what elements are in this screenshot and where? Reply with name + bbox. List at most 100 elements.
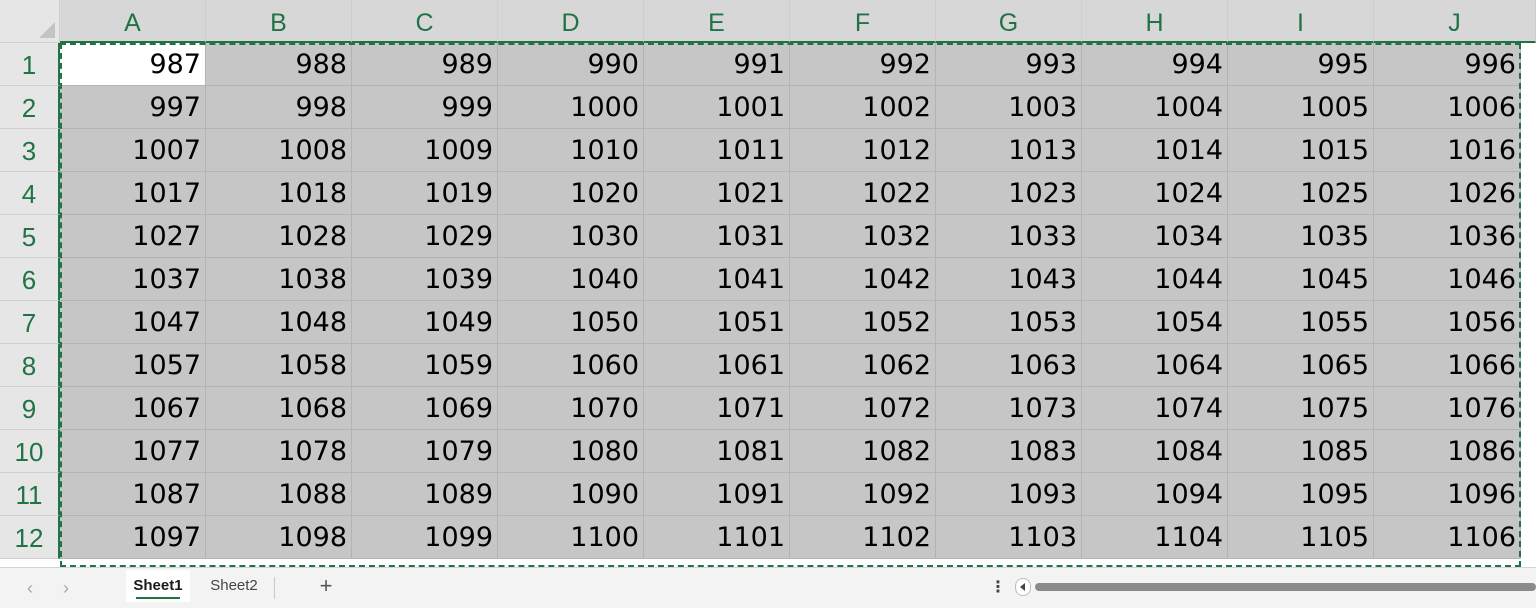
cell-h9[interactable]: 1074 (1082, 387, 1228, 430)
cell-g12[interactable]: 1103 (936, 516, 1082, 559)
cell-g6[interactable]: 1043 (936, 258, 1082, 301)
cell-d2[interactable]: 1000 (498, 86, 644, 129)
row-header-5[interactable]: 5 (0, 215, 60, 258)
row-header-9[interactable]: 9 (0, 387, 60, 430)
cell-a2[interactable]: 997 (60, 86, 206, 129)
cell-e1[interactable]: 991 (644, 43, 790, 86)
cell-h5[interactable]: 1034 (1082, 215, 1228, 258)
cell-g11[interactable]: 1093 (936, 473, 1082, 516)
cell-i12[interactable]: 1105 (1228, 516, 1374, 559)
cell-j3[interactable]: 1016 (1374, 129, 1521, 172)
cell-e5[interactable]: 1031 (644, 215, 790, 258)
cell-i3[interactable]: 1015 (1228, 129, 1374, 172)
cell-b8[interactable]: 1058 (206, 344, 352, 387)
cell-a11[interactable]: 1087 (60, 473, 206, 516)
vertical-ellipsis-icon[interactable]: ⋮ (990, 576, 1006, 600)
row-header-7[interactable]: 7 (0, 301, 60, 344)
cell-g3[interactable]: 1013 (936, 129, 1082, 172)
cell-j9[interactable]: 1076 (1374, 387, 1521, 430)
cell-f3[interactable]: 1012 (790, 129, 936, 172)
cell-a1[interactable]: 987 (60, 43, 206, 86)
cell-h12[interactable]: 1104 (1082, 516, 1228, 559)
cell-e3[interactable]: 1011 (644, 129, 790, 172)
cell-a9[interactable]: 1067 (60, 387, 206, 430)
column-header-i[interactable]: I (1228, 0, 1374, 43)
cell-h3[interactable]: 1014 (1082, 129, 1228, 172)
cell-d5[interactable]: 1030 (498, 215, 644, 258)
cell-a12[interactable]: 1097 (60, 516, 206, 559)
tab-sheet2[interactable]: Sheet2 (198, 570, 270, 602)
cell-c9[interactable]: 1069 (352, 387, 498, 430)
cell-i10[interactable]: 1085 (1228, 430, 1374, 473)
cell-i6[interactable]: 1045 (1228, 258, 1374, 301)
cell-b6[interactable]: 1038 (206, 258, 352, 301)
cell-h8[interactable]: 1064 (1082, 344, 1228, 387)
cell-c11[interactable]: 1089 (352, 473, 498, 516)
cell-f11[interactable]: 1092 (790, 473, 936, 516)
column-header-j[interactable]: J (1374, 0, 1536, 43)
cell-j1[interactable]: 996 (1374, 43, 1521, 86)
cell-d8[interactable]: 1060 (498, 344, 644, 387)
cell-j11[interactable]: 1096 (1374, 473, 1521, 516)
cell-c1[interactable]: 989 (352, 43, 498, 86)
cell-e6[interactable]: 1041 (644, 258, 790, 301)
cell-i5[interactable]: 1035 (1228, 215, 1374, 258)
cell-g9[interactable]: 1073 (936, 387, 1082, 430)
cell-h7[interactable]: 1054 (1082, 301, 1228, 344)
cell-d11[interactable]: 1090 (498, 473, 644, 516)
cell-h2[interactable]: 1004 (1082, 86, 1228, 129)
cell-g2[interactable]: 1003 (936, 86, 1082, 129)
cell-j8[interactable]: 1066 (1374, 344, 1521, 387)
cell-i2[interactable]: 1005 (1228, 86, 1374, 129)
cell-i11[interactable]: 1095 (1228, 473, 1374, 516)
row-header-3[interactable]: 3 (0, 129, 60, 172)
cell-g1[interactable]: 993 (936, 43, 1082, 86)
cell-c4[interactable]: 1019 (352, 172, 498, 215)
column-header-f[interactable]: F (790, 0, 936, 43)
cell-j7[interactable]: 1056 (1374, 301, 1521, 344)
cell-d1[interactable]: 990 (498, 43, 644, 86)
cell-e12[interactable]: 1101 (644, 516, 790, 559)
cell-i1[interactable]: 995 (1228, 43, 1374, 86)
plus-icon[interactable]: + (312, 572, 340, 600)
cell-b4[interactable]: 1018 (206, 172, 352, 215)
cell-f5[interactable]: 1032 (790, 215, 936, 258)
cell-a3[interactable]: 1007 (60, 129, 206, 172)
cell-f2[interactable]: 1002 (790, 86, 936, 129)
cell-f7[interactable]: 1052 (790, 301, 936, 344)
cell-c8[interactable]: 1059 (352, 344, 498, 387)
cell-a7[interactable]: 1047 (60, 301, 206, 344)
column-header-g[interactable]: G (936, 0, 1082, 43)
cell-f1[interactable]: 992 (790, 43, 936, 86)
horizontal-scroll-thumb[interactable] (1035, 583, 1536, 591)
tab-sheet1[interactable]: Sheet1 (126, 570, 190, 602)
cell-h10[interactable]: 1084 (1082, 430, 1228, 473)
cell-f4[interactable]: 1022 (790, 172, 936, 215)
cell-d10[interactable]: 1080 (498, 430, 644, 473)
cell-b2[interactable]: 998 (206, 86, 352, 129)
cell-h1[interactable]: 994 (1082, 43, 1228, 86)
cell-h6[interactable]: 1044 (1082, 258, 1228, 301)
cell-f9[interactable]: 1072 (790, 387, 936, 430)
column-header-a[interactable]: A (60, 0, 206, 43)
cell-j2[interactable]: 1006 (1374, 86, 1521, 129)
row-header-6[interactable]: 6 (0, 258, 60, 301)
horizontal-scrollbar[interactable] (1015, 578, 1536, 596)
row-header-12[interactable]: 12 (0, 516, 60, 559)
cell-b11[interactable]: 1088 (206, 473, 352, 516)
cell-b12[interactable]: 1098 (206, 516, 352, 559)
row-header-1[interactable]: 1 (0, 43, 60, 86)
cell-c6[interactable]: 1039 (352, 258, 498, 301)
cell-h11[interactable]: 1094 (1082, 473, 1228, 516)
cell-h4[interactable]: 1024 (1082, 172, 1228, 215)
cell-j6[interactable]: 1046 (1374, 258, 1521, 301)
row-header-10[interactable]: 10 (0, 430, 60, 473)
cell-g8[interactable]: 1063 (936, 344, 1082, 387)
cell-e11[interactable]: 1091 (644, 473, 790, 516)
cell-c2[interactable]: 999 (352, 86, 498, 129)
select-all-button[interactable] (0, 0, 60, 43)
cell-a4[interactable]: 1017 (60, 172, 206, 215)
cell-g5[interactable]: 1033 (936, 215, 1082, 258)
cell-a6[interactable]: 1037 (60, 258, 206, 301)
cell-c12[interactable]: 1099 (352, 516, 498, 559)
